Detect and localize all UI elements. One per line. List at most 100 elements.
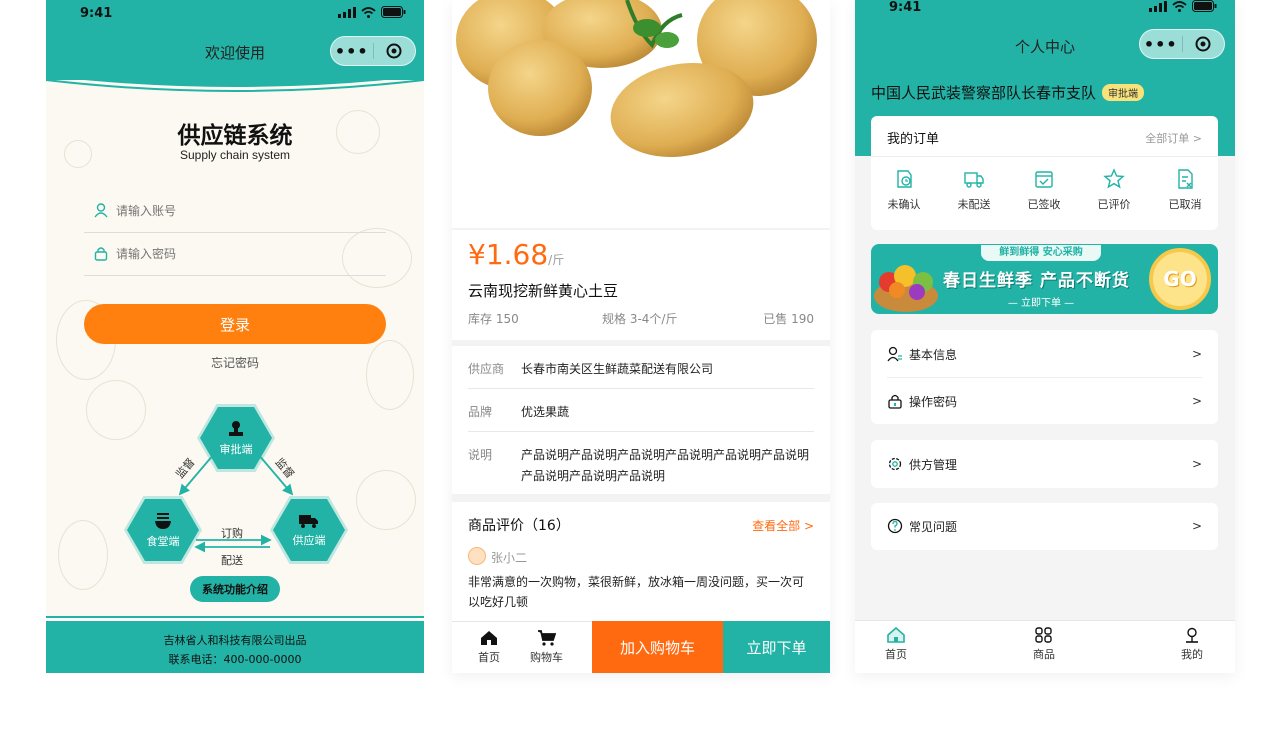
login-screen: 9:41 欢迎使用 ••• 供应链系统 Supply chain system … xyxy=(46,0,424,673)
more-icon[interactable]: ••• xyxy=(1140,35,1182,54)
truck-outline-icon xyxy=(964,172,984,188)
price-value: ¥1.68 xyxy=(468,238,549,271)
document-cancel-icon xyxy=(1178,169,1193,189)
status-time: 9:41 xyxy=(889,0,922,15)
close-miniprogram-icon[interactable] xyxy=(1183,36,1225,52)
chevron-right-icon: > xyxy=(1191,394,1202,408)
cart-icon xyxy=(537,630,556,646)
order-received-label: 已签收 xyxy=(1027,198,1061,211)
product-image xyxy=(452,0,830,228)
battery-icon xyxy=(1192,0,1217,12)
edge-label-order: 订购 xyxy=(221,527,243,540)
order-undelivered[interactable]: 未配送 xyxy=(943,168,1005,212)
add-to-cart-button[interactable]: 加入购物车 xyxy=(592,621,723,673)
reviews-view-all-link[interactable]: 查看全部 > xyxy=(752,517,814,534)
stock-text: 库存 150 xyxy=(468,312,519,326)
buy-now-button[interactable]: 立即下单 xyxy=(723,621,830,673)
order-cancelled[interactable]: 已取消 xyxy=(1154,168,1216,212)
menu-faq-label: 常见问题 xyxy=(909,519,958,534)
user-info-icon xyxy=(887,346,902,362)
calendar-check-icon xyxy=(1035,171,1053,188)
detail-value-brand: 优选果蔬 xyxy=(521,405,570,419)
org-name: 中国人民武装警察部队长春市支队 xyxy=(871,84,1097,102)
banner-headline: 春日生鲜季 产品不断货 xyxy=(943,271,1130,291)
order-unconfirmed[interactable]: 未确认 xyxy=(873,168,935,212)
order-reviewed[interactable]: 已评价 xyxy=(1083,168,1145,212)
pending-icon xyxy=(897,170,912,188)
review-text: 非常满意的一次购物，菜很新鲜，放冰箱一周没问题，买一次可以吃好几顿 xyxy=(468,575,805,609)
menu-basic-info-label: 基本信息 xyxy=(909,347,958,362)
chevron-right-icon: > xyxy=(1191,347,1202,361)
order-undelivered-label: 未配送 xyxy=(957,198,991,211)
orders-card: 我的订单 全部订单 > 未确认 未配送 已签收 已评价 已取消 xyxy=(871,116,1218,230)
reviewer-avatar xyxy=(468,547,486,565)
status-icons xyxy=(1149,0,1217,12)
potato-image xyxy=(456,0,817,157)
details-card: 供应商 长春市南关区生鲜蔬菜配送有限公司 品牌 优选果蔬 说明 产品说明产品说明… xyxy=(452,346,830,494)
gear-icon xyxy=(888,457,902,471)
tab-mine[interactable]: 我的 xyxy=(1181,627,1203,662)
product-screen: ¥1.68 /斤 云南现挖新鲜黄心土豆 库存 150 规格 3-4个/斤 已售 … xyxy=(452,0,830,673)
person-icon xyxy=(1186,627,1198,643)
fruit-basket-icon xyxy=(874,265,938,312)
detail-label-brand: 品牌 xyxy=(468,405,493,419)
price-unit: /斤 xyxy=(548,253,565,267)
role-badge: 审批端 xyxy=(1102,84,1145,101)
detail-label-supplier: 供应商 xyxy=(468,362,505,376)
promo-banner[interactable]: 鲜到鲜得 安心采购 春日生鲜季 产品不断货 — 立即下单 — GO xyxy=(871,244,1218,314)
tab-products-label: 商品 xyxy=(1033,648,1055,661)
menu-faq[interactable]: 常见问题 > xyxy=(887,516,1202,536)
detail-value-desc: 产品说明产品说明产品说明产品说明产品说明产品说明产品说明产品说明产品说明 xyxy=(521,448,810,483)
supplier-menu-card: 供方管理 > xyxy=(871,440,1218,488)
account-menu-card: 基本信息 > 操作密码 > xyxy=(871,330,1218,424)
detail-label-desc: 说明 xyxy=(468,448,493,462)
banner-go-button[interactable]: GO xyxy=(1149,248,1211,310)
login-footer: 吉林省人和科技有限公司出品 联系电话：400-000-0000 xyxy=(46,616,424,673)
wifi-icon xyxy=(1172,0,1187,12)
spec-text: 规格 3-4个/斤 xyxy=(602,312,678,326)
profile-screen: 9:41 个人中心 ••• 中国人民武装警察部队长春市支队 审批端 我的订单 全… xyxy=(855,0,1235,673)
menu-basic-info[interactable]: 基本信息 > xyxy=(887,344,1202,364)
chevron-right-icon: > xyxy=(1191,457,1202,471)
tab-cart-label: 购物车 xyxy=(530,651,563,664)
order-cancelled-label: 已取消 xyxy=(1168,198,1202,211)
chevron-right-icon: > xyxy=(1191,519,1202,533)
lock-icon xyxy=(888,394,902,409)
menu-operation-password-label: 操作密码 xyxy=(909,394,958,409)
edge-label-delivery: 配送 xyxy=(221,554,243,567)
faq-menu-card: 常见问题 > xyxy=(871,503,1218,550)
status-bar: 9:41 xyxy=(855,0,1235,22)
tab-home[interactable]: 首页 xyxy=(478,630,500,665)
reviewer-name: 张小二 xyxy=(491,551,528,565)
banner-cta: — 立即下单 — xyxy=(1007,298,1075,309)
org-row: 中国人民武装警察部队长春市支队 审批端 xyxy=(871,82,1145,103)
orders-title: 我的订单 xyxy=(887,132,940,147)
tab-cart[interactable]: 购物车 xyxy=(530,630,563,665)
reviews-card: 商品评价（16） 查看全部 > 张小二 非常满意的一次购物，菜很新鲜，放冰箱一周… xyxy=(452,502,830,622)
tab-home-label: 首页 xyxy=(885,648,907,661)
detail-value-supplier: 长春市南关区生鲜蔬菜配送有限公司 xyxy=(521,362,714,376)
price-card: ¥1.68 /斤 云南现挖新鲜黄心土豆 库存 150 规格 3-4个/斤 已售 … xyxy=(452,230,830,340)
banner-tag: 鲜到鲜得 安心采购 xyxy=(981,245,1101,261)
menu-operation-password[interactable]: 操作密码 > xyxy=(887,391,1202,411)
menu-supplier-management-label: 供方管理 xyxy=(909,457,958,472)
all-orders-link[interactable]: 全部订单 > xyxy=(1145,130,1202,146)
grid-icon xyxy=(1035,627,1052,643)
footer-phone: 联系电话：400-000-0000 xyxy=(168,653,302,666)
order-received[interactable]: 已签收 xyxy=(1013,168,1075,212)
tab-mine-label: 我的 xyxy=(1181,648,1203,661)
footer-company: 吉林省人和科技有限公司出品 xyxy=(163,634,307,647)
menu-supplier-management[interactable]: 供方管理 > xyxy=(887,454,1202,474)
question-icon xyxy=(887,518,903,534)
profile-tab-bar: 首页 商品 我的 xyxy=(855,620,1235,673)
order-reviewed-label: 已评价 xyxy=(1097,198,1131,211)
tab-products[interactable]: 商品 xyxy=(1033,627,1055,662)
tab-home[interactable]: 首页 xyxy=(885,627,907,662)
reviews-title: 商品评价（16） xyxy=(468,518,570,534)
system-intro-button[interactable]: 系统功能介绍 xyxy=(190,576,280,602)
miniprogram-capsule[interactable]: ••• xyxy=(1139,29,1225,59)
star-icon xyxy=(1103,168,1125,189)
signal-icon xyxy=(1149,0,1167,12)
price-block: ¥1.68 /斤 xyxy=(468,238,564,271)
home-icon xyxy=(887,627,905,643)
